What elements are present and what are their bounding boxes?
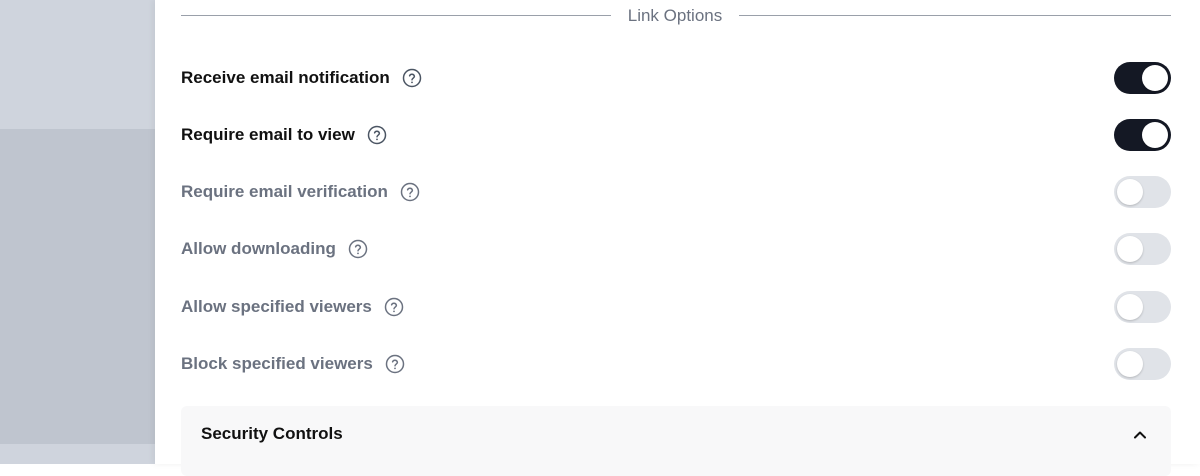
toggle-switch[interactable] <box>1114 119 1171 151</box>
toggle-knob <box>1142 122 1168 148</box>
toggle-knob <box>1117 294 1143 320</box>
help-circle-icon[interactable] <box>367 125 387 145</box>
help-circle-icon[interactable] <box>384 297 404 317</box>
option-label: Require email verification <box>181 182 388 201</box>
backdrop-overlay-band <box>0 129 155 444</box>
toggle-knob <box>1117 351 1143 377</box>
help-circle-icon[interactable] <box>402 68 422 88</box>
option-require-email-verification: Require email verification <box>181 172 1171 212</box>
option-receive-email-notification: Receive email notification <box>181 58 1171 98</box>
option-allow-downloading: Allow downloading <box>181 229 1171 269</box>
divider-line-right <box>739 15 1171 16</box>
help-circle-icon[interactable] <box>400 182 420 202</box>
option-label-group: Receive email notification <box>181 58 422 98</box>
option-label: Allow specified viewers <box>181 297 372 316</box>
divider-line-left <box>181 15 611 16</box>
toggle-knob <box>1117 179 1143 205</box>
security-controls-accordion[interactable]: Security Controls <box>181 406 1171 476</box>
toggle-switch[interactable] <box>1114 291 1171 323</box>
chevron-up-icon[interactable] <box>1131 426 1149 444</box>
option-label-group: Require email to view <box>181 115 387 155</box>
option-block-specified-viewers: Block specified viewers <box>181 344 1171 384</box>
option-label-group: Block specified viewers <box>181 344 405 384</box>
link-settings-panel: Link Options Receive email notification … <box>155 0 1200 476</box>
toggle-switch[interactable] <box>1114 348 1171 380</box>
option-label-group: Allow specified viewers <box>181 287 404 327</box>
help-circle-icon[interactable] <box>348 239 368 259</box>
help-circle-icon[interactable] <box>385 354 405 374</box>
option-label-group: Allow downloading <box>181 229 368 269</box>
option-label: Allow downloading <box>181 239 336 258</box>
toggle-switch[interactable] <box>1114 176 1171 208</box>
toggle-switch[interactable] <box>1114 233 1171 265</box>
section-divider: Link Options <box>181 4 1171 28</box>
section-title: Link Options <box>627 6 723 25</box>
option-label: Block specified viewers <box>181 354 373 373</box>
option-label: Require email to view <box>181 125 355 144</box>
accordion-title: Security Controls <box>201 424 343 443</box>
option-allow-specified-viewers: Allow specified viewers <box>181 287 1171 327</box>
option-label-group: Require email verification <box>181 172 420 212</box>
toggle-knob <box>1117 236 1143 262</box>
option-label: Receive email notification <box>181 68 390 87</box>
toggle-switch[interactable] <box>1114 62 1171 94</box>
toggle-knob <box>1142 65 1168 91</box>
option-require-email-to-view: Require email to view <box>181 115 1171 155</box>
